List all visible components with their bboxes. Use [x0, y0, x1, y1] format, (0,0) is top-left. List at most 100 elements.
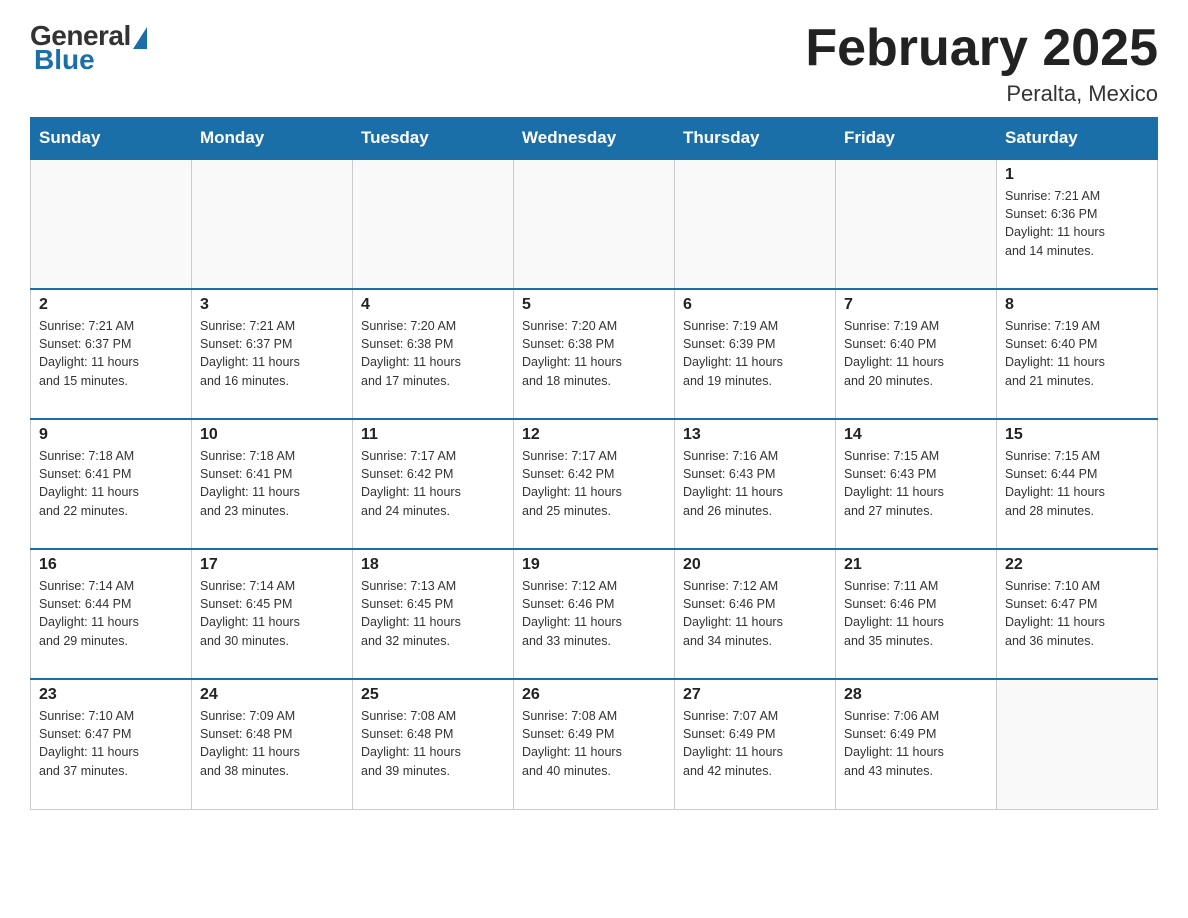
- calendar-cell: 23Sunrise: 7:10 AM Sunset: 6:47 PM Dayli…: [31, 679, 192, 809]
- calendar-cell: 6 Sunrise: 7:19 AM Sunset: 6:39 PM Daylig…: [675, 289, 836, 419]
- week-row-5: 23Sunrise: 7:10 AM Sunset: 6:47 PM Dayli…: [31, 679, 1158, 809]
- weekday-header-monday: Monday: [192, 118, 353, 160]
- calendar-cell: 27 Sunrise: 7:07 AM Sunset: 6:49 PM Dayli…: [675, 679, 836, 809]
- logo-blue-text: Blue: [34, 44, 95, 76]
- week-row-3: 9 Sunrise: 7:18 AM Sunset: 6:41 PM Daylig…: [31, 419, 1158, 549]
- calendar-cell: 28Sunrise: 7:06 AM Sunset: 6:49 PM Dayli…: [836, 679, 997, 809]
- day-info: Sunrise: 7:21 AM Sunset: 6:37 PM Dayligh…: [200, 317, 344, 390]
- calendar-cell: 1 Sunrise: 7:21 AM Sunset: 6:36 PM Daylig…: [997, 159, 1158, 289]
- calendar-cell: 3 Sunrise: 7:21 AM Sunset: 6:37 PM Daylig…: [192, 289, 353, 419]
- day-number: 7: [844, 296, 988, 314]
- title-block: February 2025 Peralta, Mexico: [805, 20, 1158, 107]
- calendar-cell: 26 Sunrise: 7:08 AM Sunset: 6:49 PM Dayli…: [514, 679, 675, 809]
- calendar-cell: 10 Sunrise: 7:18 AM Sunset: 6:41 PM Dayli…: [192, 419, 353, 549]
- calendar-cell: [514, 159, 675, 289]
- calendar-cell: 18 Sunrise: 7:13 AM Sunset: 6:45 PM Dayli…: [353, 549, 514, 679]
- day-number: 6: [683, 296, 827, 314]
- day-info: Sunrise: 7:16 AM Sunset: 6:43 PM Dayligh…: [683, 447, 827, 520]
- day-number: 1: [1005, 166, 1149, 184]
- calendar-cell: 2 Sunrise: 7:21 AM Sunset: 6:37 PM Daylig…: [31, 289, 192, 419]
- day-info: Sunrise: 7:08 AM Sunset: 6:48 PM Dayligh…: [361, 707, 505, 780]
- day-info: Sunrise: 7:20 AM Sunset: 6:38 PM Dayligh…: [522, 317, 666, 390]
- weekday-header-saturday: Saturday: [997, 118, 1158, 160]
- day-number: 22: [1005, 556, 1149, 574]
- calendar-cell: 24 Sunrise: 7:09 AM Sunset: 6:48 PM Dayli…: [192, 679, 353, 809]
- weekday-header-thursday: Thursday: [675, 118, 836, 160]
- calendar-cell: 14 Sunrise: 7:15 AM Sunset: 6:43 PM Dayli…: [836, 419, 997, 549]
- day-info: Sunrise: 7:15 AM Sunset: 6:44 PM Dayligh…: [1005, 447, 1149, 520]
- day-info: Sunrise: 7:11 AM Sunset: 6:46 PM Dayligh…: [844, 577, 988, 650]
- calendar-cell: [353, 159, 514, 289]
- day-number: 11: [361, 426, 505, 444]
- day-info: Sunrise: 7:20 AM Sunset: 6:38 PM Dayligh…: [361, 317, 505, 390]
- week-row-1: 1 Sunrise: 7:21 AM Sunset: 6:36 PM Daylig…: [31, 159, 1158, 289]
- location-text: Peralta, Mexico: [805, 81, 1158, 107]
- calendar-cell: 5Sunrise: 7:20 AM Sunset: 6:38 PM Daylig…: [514, 289, 675, 419]
- page-header: General Blue February 2025 Peralta, Mexi…: [30, 20, 1158, 107]
- calendar-cell: [675, 159, 836, 289]
- day-info: Sunrise: 7:07 AM Sunset: 6:49 PM Dayligh…: [683, 707, 827, 780]
- day-info: Sunrise: 7:17 AM Sunset: 6:42 PM Dayligh…: [522, 447, 666, 520]
- day-number: 10: [200, 426, 344, 444]
- day-number: 8: [1005, 296, 1149, 314]
- day-info: Sunrise: 7:21 AM Sunset: 6:36 PM Dayligh…: [1005, 187, 1149, 260]
- day-info: Sunrise: 7:14 AM Sunset: 6:45 PM Dayligh…: [200, 577, 344, 650]
- calendar-cell: 7 Sunrise: 7:19 AM Sunset: 6:40 PM Daylig…: [836, 289, 997, 419]
- day-number: 18: [361, 556, 505, 574]
- day-info: Sunrise: 7:08 AM Sunset: 6:49 PM Dayligh…: [522, 707, 666, 780]
- day-info: Sunrise: 7:10 AM Sunset: 6:47 PM Dayligh…: [1005, 577, 1149, 650]
- calendar-cell: 15 Sunrise: 7:15 AM Sunset: 6:44 PM Dayli…: [997, 419, 1158, 549]
- day-number: 14: [844, 426, 988, 444]
- weekday-header-tuesday: Tuesday: [353, 118, 514, 160]
- calendar-cell: 17 Sunrise: 7:14 AM Sunset: 6:45 PM Dayli…: [192, 549, 353, 679]
- day-info: Sunrise: 7:17 AM Sunset: 6:42 PM Dayligh…: [361, 447, 505, 520]
- day-number: 2: [39, 296, 183, 314]
- day-number: 15: [1005, 426, 1149, 444]
- calendar-cell: 8 Sunrise: 7:19 AM Sunset: 6:40 PM Daylig…: [997, 289, 1158, 419]
- calendar-cell: [836, 159, 997, 289]
- calendar-cell: 16Sunrise: 7:14 AM Sunset: 6:44 PM Dayli…: [31, 549, 192, 679]
- calendar-cell: 4 Sunrise: 7:20 AM Sunset: 6:38 PM Daylig…: [353, 289, 514, 419]
- day-info: Sunrise: 7:13 AM Sunset: 6:45 PM Dayligh…: [361, 577, 505, 650]
- day-info: Sunrise: 7:10 AM Sunset: 6:47 PM Dayligh…: [39, 707, 183, 780]
- calendar-cell: [997, 679, 1158, 809]
- day-number: 24: [200, 686, 344, 704]
- day-info: Sunrise: 7:12 AM Sunset: 6:46 PM Dayligh…: [683, 577, 827, 650]
- day-info: Sunrise: 7:06 AM Sunset: 6:49 PM Dayligh…: [844, 707, 988, 780]
- calendar-table: SundayMondayTuesdayWednesdayThursdayFrid…: [30, 117, 1158, 810]
- day-info: Sunrise: 7:14 AM Sunset: 6:44 PM Dayligh…: [39, 577, 183, 650]
- weekday-header-wednesday: Wednesday: [514, 118, 675, 160]
- day-number: 20: [683, 556, 827, 574]
- calendar-cell: 20 Sunrise: 7:12 AM Sunset: 6:46 PM Dayli…: [675, 549, 836, 679]
- day-number: 17: [200, 556, 344, 574]
- day-info: Sunrise: 7:21 AM Sunset: 6:37 PM Dayligh…: [39, 317, 183, 390]
- calendar-cell: 9 Sunrise: 7:18 AM Sunset: 6:41 PM Daylig…: [31, 419, 192, 549]
- calendar-cell: 21 Sunrise: 7:11 AM Sunset: 6:46 PM Dayli…: [836, 549, 997, 679]
- day-info: Sunrise: 7:19 AM Sunset: 6:39 PM Dayligh…: [683, 317, 827, 390]
- day-number: 27: [683, 686, 827, 704]
- day-number: 3: [200, 296, 344, 314]
- calendar-cell: 11 Sunrise: 7:17 AM Sunset: 6:42 PM Dayli…: [353, 419, 514, 549]
- day-info: Sunrise: 7:19 AM Sunset: 6:40 PM Dayligh…: [844, 317, 988, 390]
- day-info: Sunrise: 7:18 AM Sunset: 6:41 PM Dayligh…: [200, 447, 344, 520]
- day-number: 26: [522, 686, 666, 704]
- logo-triangle-icon: [133, 27, 147, 49]
- day-info: Sunrise: 7:15 AM Sunset: 6:43 PM Dayligh…: [844, 447, 988, 520]
- day-number: 13: [683, 426, 827, 444]
- calendar-cell: 25Sunrise: 7:08 AM Sunset: 6:48 PM Dayli…: [353, 679, 514, 809]
- day-number: 9: [39, 426, 183, 444]
- weekday-header-friday: Friday: [836, 118, 997, 160]
- calendar-cell: 12 Sunrise: 7:17 AM Sunset: 6:42 PM Dayli…: [514, 419, 675, 549]
- day-number: 19: [522, 556, 666, 574]
- day-info: Sunrise: 7:09 AM Sunset: 6:48 PM Dayligh…: [200, 707, 344, 780]
- week-row-4: 16Sunrise: 7:14 AM Sunset: 6:44 PM Dayli…: [31, 549, 1158, 679]
- day-number: 12: [522, 426, 666, 444]
- calendar-cell: [31, 159, 192, 289]
- calendar-cell: [192, 159, 353, 289]
- logo: General Blue: [30, 20, 147, 76]
- day-number: 4: [361, 296, 505, 314]
- day-number: 21: [844, 556, 988, 574]
- day-info: Sunrise: 7:18 AM Sunset: 6:41 PM Dayligh…: [39, 447, 183, 520]
- month-title: February 2025: [805, 20, 1158, 77]
- day-info: Sunrise: 7:19 AM Sunset: 6:40 PM Dayligh…: [1005, 317, 1149, 390]
